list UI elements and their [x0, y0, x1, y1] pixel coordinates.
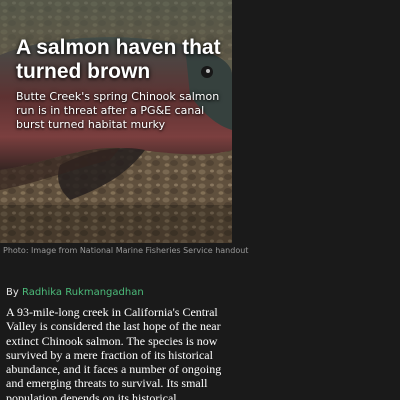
article-body: A 93-mile-long creek in California's Cen… [6, 305, 222, 400]
byline-prefix: By [6, 287, 22, 298]
hero-image: A salmon haven that turned brown Butte C… [0, 0, 232, 243]
subheadline: Butte Creek's spring Chinook salmon run … [16, 90, 220, 131]
author-link[interactable]: Radhika Rukmangadhan [22, 287, 144, 298]
byline: By Radhika Rukmangadhan [6, 286, 144, 299]
headline[interactable]: A salmon haven that turned brown [16, 36, 228, 84]
photo-caption: Photo: Image from National Marine Fisher… [3, 246, 249, 255]
hero-text-block: A salmon haven that turned brown Butte C… [16, 36, 228, 132]
